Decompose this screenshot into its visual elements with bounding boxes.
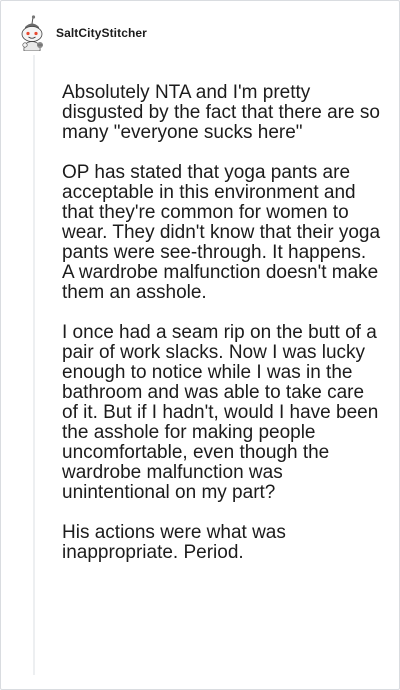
comment-paragraph: OP has stated that yoga pants are accept… xyxy=(62,162,381,303)
comment-paragraph: Absolutely NTA and I'm pretty disgusted … xyxy=(62,82,380,143)
comment-paragraph: His actions were what was inappropriate.… xyxy=(62,522,286,563)
thread-line[interactable] xyxy=(33,55,35,675)
comment-author[interactable]: SaltCityStitcher xyxy=(56,26,147,40)
comment-paragraph: I once had a seam rip on the butt of a p… xyxy=(62,322,379,503)
comment-card: SaltCityStitcher Absolutely NTA and I'm … xyxy=(0,0,400,690)
comment-header: SaltCityStitcher xyxy=(17,15,147,52)
snoo-avatar-icon[interactable] xyxy=(17,15,47,52)
comment-body: Absolutely NTA and I'm pretty disgusted … xyxy=(62,83,382,583)
